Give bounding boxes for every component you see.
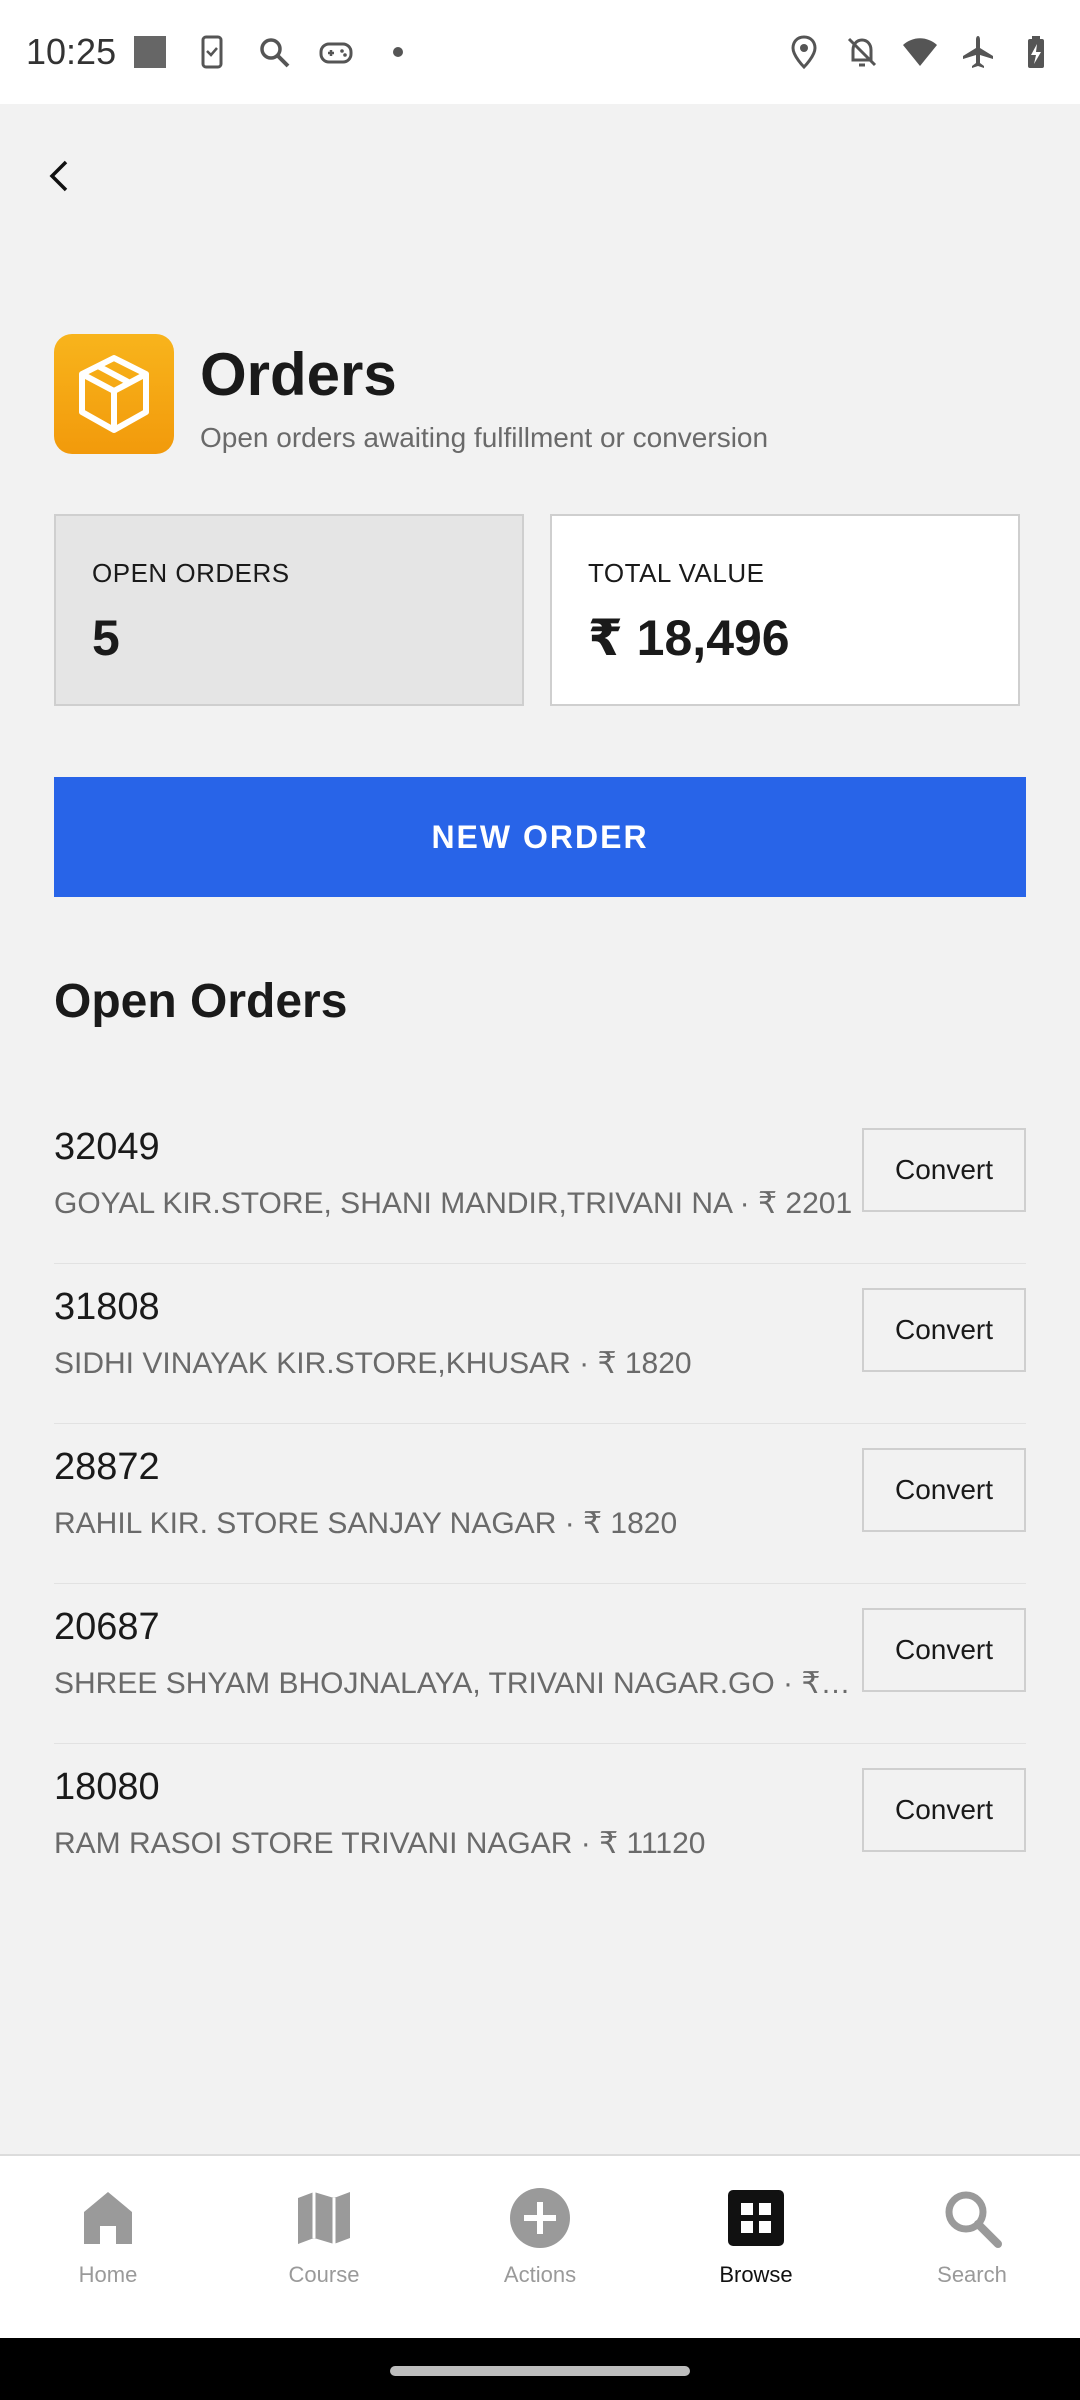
order-id: 28872 bbox=[54, 1446, 160, 1488]
nav-item-actions[interactable]: Actions bbox=[432, 2156, 648, 2338]
convert-button[interactable]: Convert bbox=[862, 1128, 1026, 1212]
wifi-icon bbox=[902, 34, 938, 70]
home-icon bbox=[76, 2186, 140, 2250]
orders-list: 32049 GOYAL KIR.STORE, SHANI MANDIR,TRIV… bbox=[54, 1104, 1026, 1904]
nav-label: Search bbox=[937, 2262, 1007, 2287]
new-order-button[interactable]: NEW ORDER bbox=[54, 777, 1026, 897]
nav-item-browse[interactable]: Browse bbox=[648, 2156, 864, 2338]
battery-charging-icon bbox=[1018, 34, 1054, 70]
convert-button[interactable]: Convert bbox=[862, 1448, 1026, 1532]
nav-label: Home bbox=[78, 2262, 138, 2287]
open-orders-value: 5 bbox=[92, 610, 120, 666]
order-detail: SHREE SHYAM BHOJNALAYA, TRIVANI NAGAR.GO… bbox=[54, 1667, 854, 1700]
nav-label: Course bbox=[288, 2262, 360, 2287]
convert-button[interactable]: Convert bbox=[862, 1608, 1026, 1692]
home-gesture-handle[interactable] bbox=[390, 2366, 690, 2376]
nav-label: Browse bbox=[719, 2262, 793, 2287]
add-circle-icon bbox=[508, 2186, 572, 2250]
back-button[interactable] bbox=[32, 148, 88, 204]
order-id: 20687 bbox=[54, 1606, 160, 1648]
order-detail: RAHIL KIR. STORE SANJAY NAGAR · ₹ 1820 bbox=[54, 1507, 678, 1540]
location-icon bbox=[786, 34, 822, 70]
open-orders-label: OPEN ORDERS bbox=[92, 558, 290, 588]
search-icon bbox=[256, 34, 292, 70]
total-value-card: TOTAL VALUE ₹ 18,496 bbox=[550, 514, 1020, 706]
page-title: Orders bbox=[200, 341, 397, 408]
bottom-navigation: Home Course Actions Browse Search bbox=[0, 2154, 1080, 2338]
nav-label: Actions bbox=[503, 2262, 577, 2287]
total-value-label: TOTAL VALUE bbox=[588, 558, 765, 588]
nav-item-home[interactable]: Home bbox=[0, 2156, 216, 2338]
order-id: 31808 bbox=[54, 1286, 160, 1328]
order-detail: SIDHI VINAYAK KIR.STORE,KHUSAR · ₹ 1820 bbox=[54, 1347, 692, 1380]
order-detail: GOYAL KIR.STORE, SHANI MANDIR,TRIVANI NA… bbox=[54, 1187, 853, 1220]
phone-check-icon bbox=[194, 34, 230, 70]
orders-screen: Orders Open orders awaiting fulfillment … bbox=[0, 104, 1080, 2154]
nav-item-course[interactable]: Course bbox=[216, 2156, 432, 2338]
airplane-icon bbox=[960, 34, 996, 70]
status-time: 10:25 bbox=[26, 31, 117, 72]
open-orders-section-title: Open Orders bbox=[54, 975, 348, 1028]
dot-icon bbox=[380, 34, 416, 70]
gamepad-icon bbox=[318, 34, 354, 70]
nav-item-search[interactable]: Search bbox=[864, 2156, 1080, 2338]
search-icon bbox=[940, 2186, 1004, 2250]
order-row: 28872 RAHIL KIR. STORE SANJAY NAGAR · ₹ … bbox=[54, 1424, 1026, 1584]
orders-app-icon bbox=[54, 334, 174, 454]
grid-icon bbox=[724, 2186, 788, 2250]
package-box-icon bbox=[79, 355, 149, 433]
status-bar: 10:25 bbox=[0, 0, 1080, 104]
order-row: 31808 SIDHI VINAYAK KIR.STORE,KHUSAR · ₹… bbox=[54, 1264, 1026, 1424]
order-row: 20687 SHREE SHYAM BHOJNALAYA, TRIVANI NA… bbox=[54, 1584, 1026, 1744]
order-row: 32049 GOYAL KIR.STORE, SHANI MANDIR,TRIV… bbox=[54, 1104, 1026, 1264]
order-id: 18080 bbox=[54, 1766, 160, 1808]
total-value-value: ₹ 18,496 bbox=[588, 610, 790, 666]
order-id: 32049 bbox=[54, 1126, 160, 1168]
square-notification-icon bbox=[132, 34, 168, 70]
system-gesture-bar bbox=[0, 2338, 1080, 2400]
convert-button[interactable]: Convert bbox=[862, 1288, 1026, 1372]
order-row: 18080 RAM RASOI STORE TRIVANI NAGAR · ₹ … bbox=[54, 1744, 1026, 1904]
order-detail: RAM RASOI STORE TRIVANI NAGAR · ₹ 11120 bbox=[54, 1827, 706, 1860]
convert-button[interactable]: Convert bbox=[862, 1768, 1026, 1852]
map-icon bbox=[292, 2186, 356, 2250]
chevron-left-icon bbox=[49, 160, 68, 192]
open-orders-card: OPEN ORDERS 5 bbox=[54, 514, 524, 706]
notifications-off-icon bbox=[844, 34, 880, 70]
page-subtitle: Open orders awaiting fulfillment or conv… bbox=[200, 422, 769, 453]
